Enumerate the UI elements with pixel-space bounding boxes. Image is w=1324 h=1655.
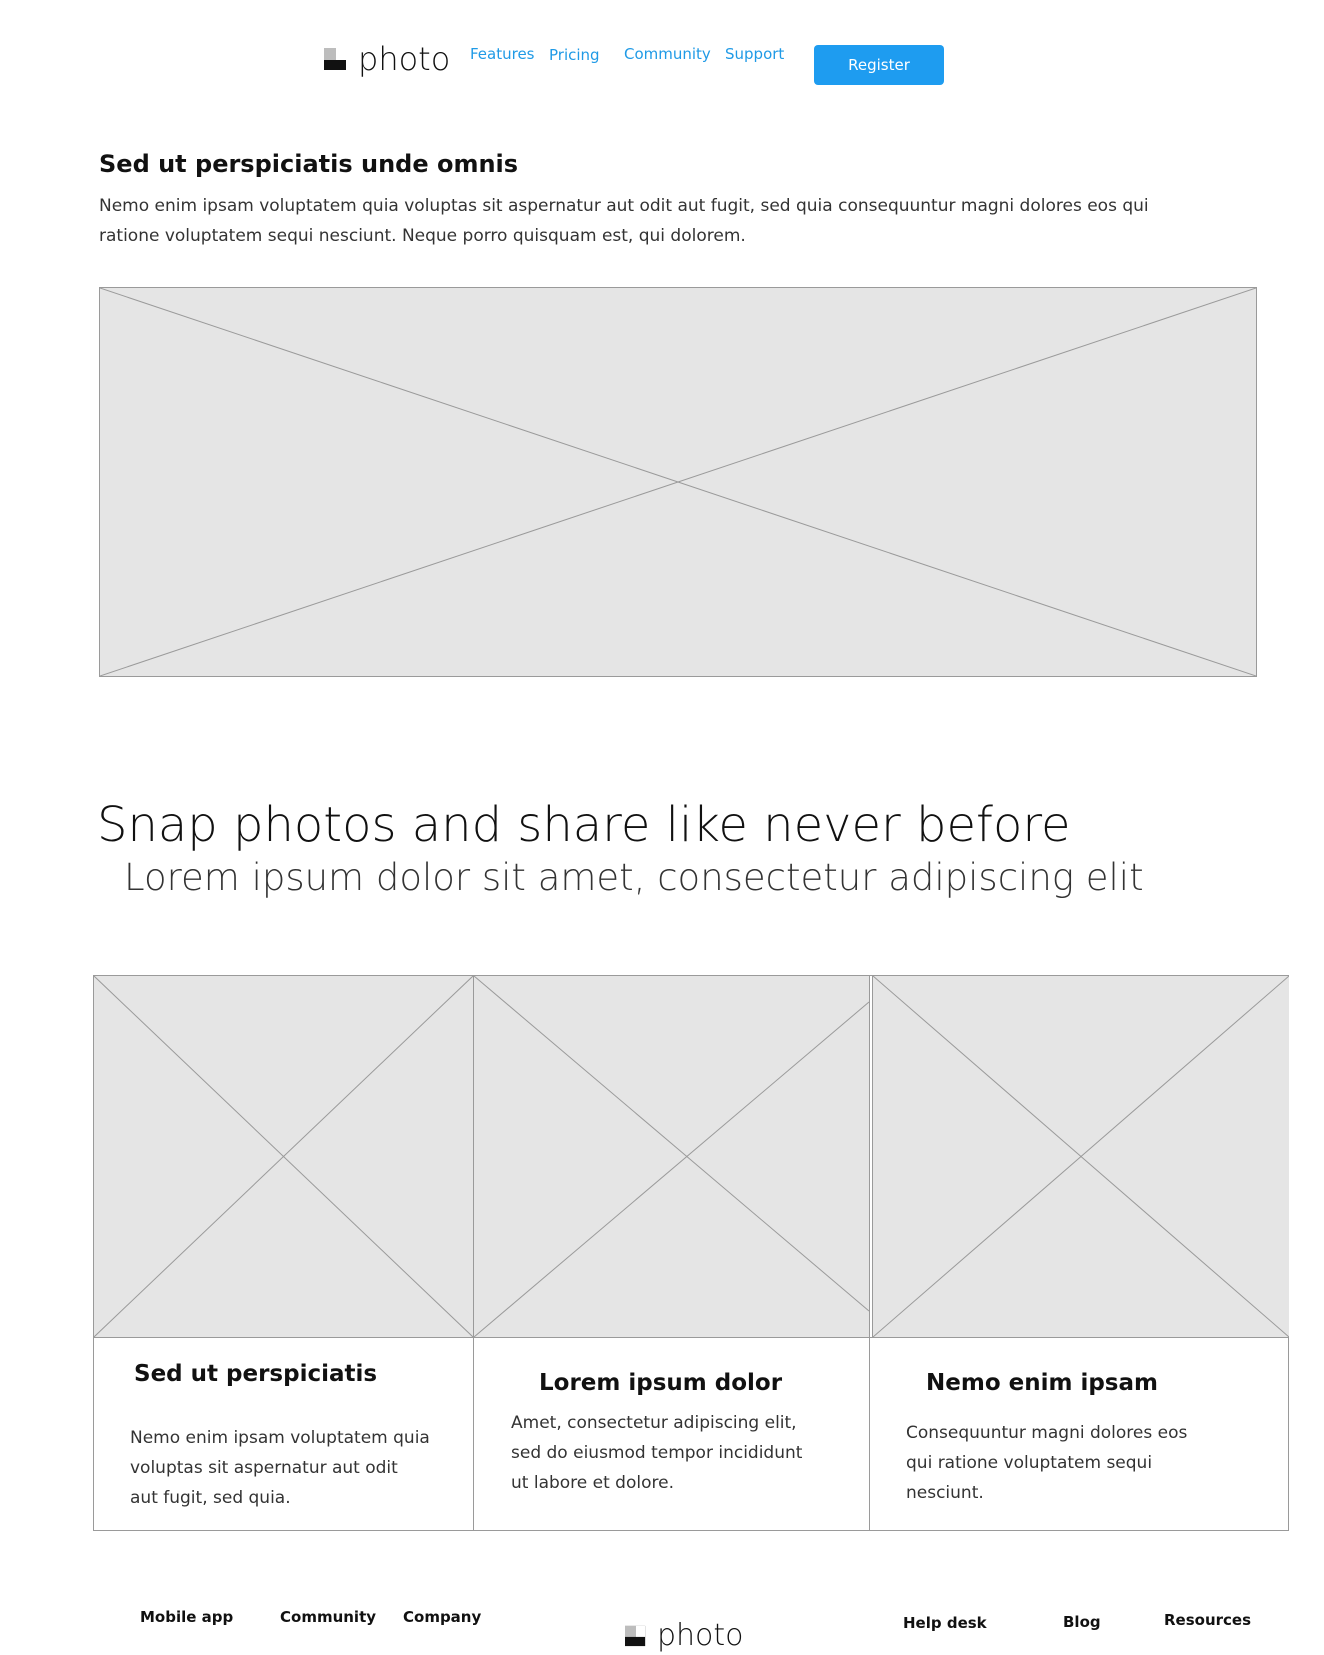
card-divider — [473, 976, 474, 1530]
card-title: Nemo enim ipsam — [926, 1370, 1158, 1396]
card-image-placeholder — [94, 976, 473, 1337]
hero-subtitle: Lorem ipsum dolor sit amet, consectetur … — [124, 856, 1144, 899]
image-placeholder-icon — [474, 976, 869, 1337]
card-body: Nemo enim ipsam voluptatem quia voluptas… — [130, 1428, 430, 1508]
nav-pricing[interactable]: Pricing — [549, 46, 600, 64]
header-logo[interactable]: photo — [324, 40, 450, 78]
card-divider — [869, 976, 870, 1530]
card-image-divider — [94, 1337, 1288, 1338]
image-placeholder-icon — [94, 976, 473, 1337]
footer-link-mobile-app[interactable]: Mobile app — [140, 1608, 233, 1626]
logo-text: photo — [358, 40, 451, 78]
feature-cards: Sed ut perspiciatis Nemo enim ipsam volu… — [93, 975, 1289, 1531]
intro-title: Sed ut perspiciatis unde omnis — [99, 150, 519, 178]
footer-link-resources[interactable]: Resources — [1164, 1611, 1251, 1629]
nav-features[interactable]: Features — [470, 45, 535, 63]
card-divider — [872, 976, 873, 1337]
footer-link-company[interactable]: Company — [403, 1608, 481, 1626]
nav-support[interactable]: Support — [725, 45, 784, 63]
intro-body: Nemo enim ipsam voluptatem quia voluptas… — [99, 196, 1149, 246]
register-button[interactable]: Register — [814, 45, 944, 85]
footer-link-blog[interactable]: Blog — [1063, 1613, 1101, 1631]
image-placeholder-icon — [100, 288, 1256, 676]
footer-link-community[interactable]: Community — [280, 1608, 376, 1626]
card-body: Consequuntur magni dolores eos qui ratio… — [906, 1423, 1188, 1503]
card-title: Lorem ipsum dolor — [539, 1370, 783, 1396]
image-placeholder-icon — [873, 976, 1289, 1337]
card-image-placeholder — [873, 976, 1289, 1337]
photo-logo-icon — [625, 1625, 646, 1646]
card-body: Amet, consectetur adipiscing elit, sed d… — [511, 1413, 803, 1493]
hero-title: Snap photos and share like never before — [97, 797, 1071, 853]
footer-logo[interactable]: photo — [625, 1618, 744, 1653]
footer-logo-text: photo — [657, 1618, 744, 1653]
footer-link-help-desk[interactable]: Help desk — [903, 1614, 987, 1632]
card-image-placeholder — [474, 976, 869, 1337]
photo-logo-icon — [324, 48, 346, 70]
card-title: Sed ut perspiciatis — [134, 1361, 378, 1387]
hero-image-placeholder — [99, 287, 1257, 677]
nav-community[interactable]: Community — [624, 45, 711, 63]
